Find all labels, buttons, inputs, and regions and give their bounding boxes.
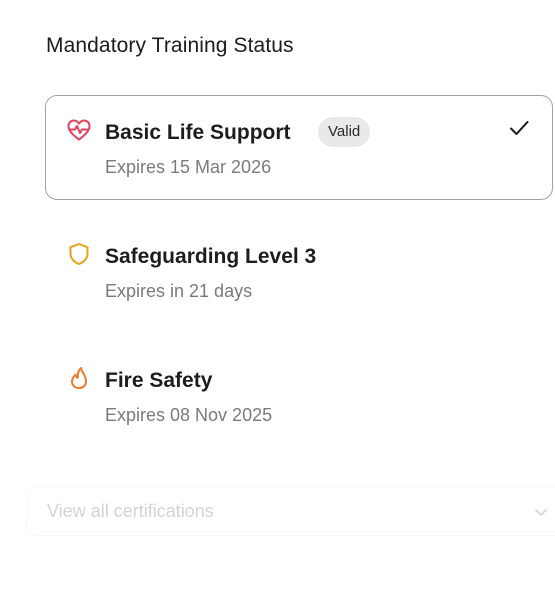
certification-list: Basic Life Support Valid Expires 15 Mar … xyxy=(45,95,553,467)
cert-name: Safeguarding Level 3 xyxy=(105,245,317,268)
check-icon xyxy=(508,117,530,139)
heart-pulse-icon xyxy=(67,118,91,142)
view-all-certifications-dropdown[interactable]: View all certifications xyxy=(26,486,555,536)
cert-item-basic-life-support[interactable]: Basic Life Support Valid Expires 15 Mar … xyxy=(45,95,553,200)
cert-expiry: Expires 08 Nov 2025 xyxy=(105,405,273,425)
flame-icon xyxy=(67,366,91,390)
cert-expiry: Expires in 21 days xyxy=(105,281,253,301)
cert-expiry: Expires 15 Mar 2026 xyxy=(105,157,272,177)
cert-name: Fire Safety xyxy=(105,369,213,392)
panel-title: Mandatory Training Status xyxy=(46,34,294,57)
cert-item-fire-safety[interactable]: Fire Safety Expires 08 Nov 2025 xyxy=(45,343,553,448)
chevron-down-icon xyxy=(533,504,549,520)
shield-icon xyxy=(67,242,91,266)
view-all-label: View all certifications xyxy=(47,501,214,521)
cert-name: Basic Life Support xyxy=(105,121,291,144)
status-badge: Valid xyxy=(318,117,371,147)
cert-item-safeguarding-level-3[interactable]: Safeguarding Level 3 Expires in 21 days xyxy=(45,219,553,324)
